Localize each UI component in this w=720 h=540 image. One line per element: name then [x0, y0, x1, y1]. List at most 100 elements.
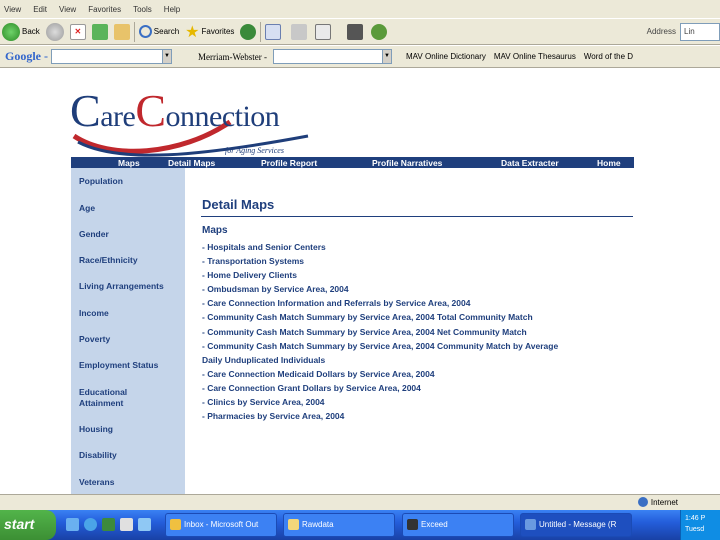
sidebar-item-veterans[interactable]: Veterans	[79, 477, 114, 488]
google-search-input[interactable]	[51, 49, 163, 64]
favorites-label: Favorites	[201, 27, 235, 36]
sidebar-item-race-ethnicity[interactable]: Race/Ethnicity	[79, 255, 138, 266]
logo-c: C	[70, 85, 101, 136]
nav-maps[interactable]: Maps	[118, 158, 140, 168]
sidebar-item-attainment[interactable]: Attainment	[79, 398, 123, 409]
stop-icon[interactable]: ✕	[69, 23, 86, 40]
refresh-icon[interactable]	[91, 23, 108, 40]
task-exceed-label: Exceed	[421, 520, 448, 529]
site-nav: Maps Detail Maps Profile Report Profile …	[71, 157, 634, 168]
toolbar-separator	[260, 21, 262, 42]
map-link-pharmacies[interactable]: - Pharmacies by Service Area, 2004	[202, 409, 558, 423]
taskbar: start Inbox - Microsoft Out Rawdata Exce…	[0, 510, 720, 540]
logo-care: are	[100, 100, 136, 133]
messenger-icon[interactable]	[371, 23, 388, 40]
google-label[interactable]: Google -	[5, 49, 48, 64]
link-online-thesaurus[interactable]: MAV Online Thesaurus	[494, 52, 576, 61]
start-button[interactable]: start	[0, 510, 56, 540]
main-content: Detail Maps Maps - Hospitals and Senior …	[185, 168, 635, 494]
toolbar-separator	[133, 21, 135, 42]
clock-day: Tuesd	[685, 526, 705, 533]
sidebar-item-poverty[interactable]: Poverty	[79, 334, 110, 345]
task-message[interactable]: Untitled - Message (R	[520, 513, 632, 537]
nav-data-extracter[interactable]: Data Extracter	[501, 158, 559, 168]
quicklaunch-word-icon[interactable]	[120, 518, 133, 531]
favorites-button[interactable]: ★ Favorites	[185, 22, 234, 42]
search-icon	[138, 25, 152, 38]
map-link-home-delivery[interactable]: - Home Delivery Clients	[202, 268, 558, 282]
home-icon[interactable]	[113, 23, 130, 40]
forward-button[interactable]	[45, 22, 64, 41]
title-divider	[201, 216, 633, 217]
discuss-icon[interactable]	[347, 23, 364, 40]
clock-time: 1:46 P	[685, 515, 706, 522]
quicklaunch-ie-icon[interactable]	[84, 518, 97, 531]
back-button[interactable]: Back	[2, 22, 40, 41]
map-link-cash-match-total[interactable]: - Community Cash Match Summary by Servic…	[202, 310, 558, 324]
sidebar-item-housing[interactable]: Housing	[79, 424, 113, 435]
print-icon[interactable]	[291, 23, 308, 40]
map-link-grant-dollars[interactable]: - Care Connection Grant Dollars by Servi…	[202, 381, 558, 395]
sidebar-item-educational[interactable]: Educational	[79, 387, 127, 398]
map-link-ombudsman[interactable]: - Ombudsman by Service Area, 2004	[202, 282, 558, 296]
sidebar-item-disability[interactable]: Disability	[79, 450, 117, 461]
search-button[interactable]: Search	[138, 25, 180, 38]
search-label: Search	[153, 27, 180, 36]
sidebar-item-employment-status[interactable]: Employment Status	[79, 360, 158, 371]
chevron-down-icon[interactable]: ▼	[382, 49, 392, 64]
care-connection-logo[interactable]: CareConnection for Aging Services	[70, 82, 320, 158]
map-link-hospitals[interactable]: - Hospitals and Senior Centers	[202, 240, 558, 254]
map-link-medicaid-dollars[interactable]: - Care Connection Medicaid Dollars by Se…	[202, 367, 558, 381]
nav-profile-narratives[interactable]: Profile Narratives	[372, 158, 442, 168]
task-rawdata[interactable]: Rawdata	[283, 513, 395, 537]
map-link-clinics[interactable]: - Clinics by Service Area, 2004	[202, 395, 558, 409]
quicklaunch-media-icon[interactable]	[102, 518, 115, 531]
address-label: Address	[646, 27, 676, 36]
sidebar-item-population[interactable]: Population	[79, 176, 123, 187]
chevron-down-icon[interactable]: ▼	[162, 49, 172, 64]
merriam-webster-label[interactable]: Merriam-Webster -	[198, 52, 267, 62]
task-outlook-label: Inbox - Microsoft Out	[184, 520, 259, 529]
link-word-of-the-day[interactable]: Word of the D	[584, 52, 633, 61]
nav-detail-maps[interactable]: Detail Maps	[168, 158, 215, 168]
sidebar-item-age[interactable]: Age	[79, 203, 95, 214]
security-zone: Internet	[637, 497, 678, 507]
map-link-info-referrals[interactable]: - Care Connection Information and Referr…	[202, 296, 558, 310]
menu-tools[interactable]: Tools	[133, 5, 152, 14]
logo-c2: C	[135, 85, 166, 136]
menu-help[interactable]: Help	[164, 5, 180, 14]
address-field[interactable]: Lin	[680, 22, 720, 41]
map-link-cash-match-average[interactable]: - Community Cash Match Summary by Servic…	[202, 339, 558, 353]
system-tray: 1:46 P Tuesd	[680, 510, 720, 540]
menu-edit[interactable]: Edit	[33, 5, 47, 14]
edit-icon[interactable]	[315, 23, 332, 40]
forward-arrow-icon	[45, 22, 64, 41]
map-list: - Hospitals and Senior Centers - Transpo…	[202, 240, 558, 423]
map-link-transportation[interactable]: - Transportation Systems	[202, 254, 558, 268]
menu-favorites[interactable]: Favorites	[88, 5, 121, 14]
menu-view2[interactable]: View	[59, 5, 76, 14]
sidebar-item-living-arrangements[interactable]: Living Arrangements	[79, 281, 164, 292]
folder-icon	[288, 519, 299, 530]
nav-profile-report[interactable]: Profile Report	[261, 158, 317, 168]
link-online-dictionary[interactable]: MAV Online Dictionary	[406, 52, 486, 61]
quicklaunch-app-icon[interactable]	[138, 518, 151, 531]
task-outlook[interactable]: Inbox - Microsoft Out	[165, 513, 277, 537]
status-bar: Internet	[0, 494, 720, 510]
media-icon[interactable]	[240, 23, 257, 40]
task-exceed[interactable]: Exceed	[402, 513, 514, 537]
google-toolbar: Google - ▼ Merriam-Webster - ▼ MAV Onlin…	[0, 46, 720, 68]
quicklaunch-desktop-icon[interactable]	[66, 518, 79, 531]
globe-icon	[637, 497, 648, 507]
mail-icon[interactable]	[265, 23, 282, 40]
sidebar-item-income[interactable]: Income	[79, 308, 109, 319]
merriam-search-input[interactable]	[273, 49, 383, 64]
task-rawdata-label: Rawdata	[302, 520, 334, 529]
menu-view[interactable]: View	[4, 5, 21, 14]
map-link-daily-unduplicated[interactable]: Daily Unduplicated Individuals	[202, 353, 558, 367]
nav-home[interactable]: Home	[597, 158, 621, 168]
sidebar-item-gender[interactable]: Gender	[79, 229, 109, 240]
map-link-cash-match-net[interactable]: - Community Cash Match Summary by Servic…	[202, 325, 558, 339]
logo-tagline: for Aging Services	[225, 146, 284, 155]
page-title: Detail Maps	[202, 197, 275, 212]
